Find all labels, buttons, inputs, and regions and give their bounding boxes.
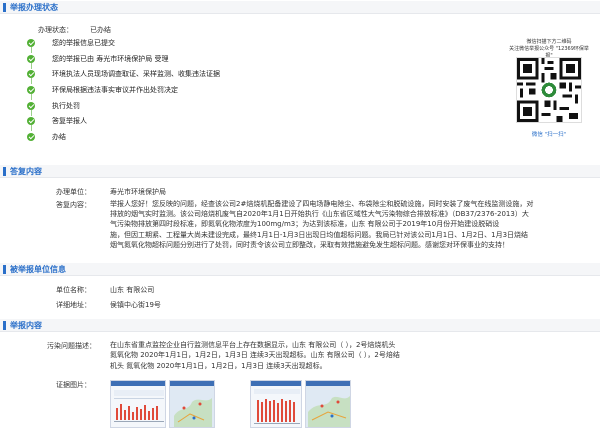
status-value: 已办结 [90,26,111,34]
reply-unit-label: 办理单位： [56,188,91,196]
evidence-label: 证据图片： [56,381,91,389]
check-circle-icon [27,86,35,95]
check-circle-icon [27,70,35,79]
report-text-line: 机头 氮氧化物 2020年1月1日，1月2日，1月3日 连续3天出现超标。 [110,361,327,370]
section-marker [3,265,6,274]
evidence-image[interactable] [110,380,166,428]
progress-step: 执行处罚 [24,100,284,116]
qr-code-icon [516,57,582,123]
check-circle-icon [27,117,35,126]
check-circle-icon [27,39,35,47]
progress-step: 您的举报信息已提交 [24,37,284,53]
step-label: 环境执法人员现场调查取证、采样监测、收集违法证据 [52,70,220,79]
progress-step: 办结 [24,131,284,147]
progress-steps: 您的举报信息已提交 您的举报已由 寿光市环境保护局 受理 环境执法人员现场调查取… [24,37,284,147]
check-circle-icon [27,133,35,142]
evidence-image[interactable] [169,380,215,428]
report-text-line: 在山东省重点监控企业自行监测信息平台上存在数据显示，山东 有限公司（ ），2号焙… [110,341,396,349]
status-section-header: 举报办理状态 [0,1,600,14]
check-circle-icon [27,54,35,63]
section-marker [3,321,6,330]
unit-address-label: 详细地址： [56,301,91,309]
qr-instruction: 微信扫描下方二维码 [526,39,572,45]
reply-section-header: 答复内容 [0,165,600,178]
evidence-image[interactable] [305,380,351,428]
status-label: 办理状态： [38,26,73,34]
report-section-header: 举报内容 [0,319,600,332]
progress-step: 环保局根据违法事实审议并作出处罚决定 [24,84,284,101]
unit-name-label: 单位名称： [56,286,91,294]
section-marker [3,3,6,12]
progress-step: 答复举报人 [24,115,284,132]
reply-content: 举报人您好！您反映的问题，经查该公司2#焙烧机配备建设了四电场静电除尘、布袋除尘… [110,199,600,250]
reply-text-line: 举报人您好！您反映的问题，经查该公司2#焙烧机配备建设了四电场静电除尘、布袋除尘… [110,200,534,208]
reply-text-line: 气污染物排放第四时段标准，即氮氧化物浓度为100mg/m3；为达到该标准，山东 … [110,220,500,229]
reply-text-line: 排放的烟气实时监测。该公司焙烧机废气自2020年1月1日开始执行《山东省区域性大… [110,210,529,219]
report-text-line: 氮氧化物 2020年1月1日，1月2日，1月3日 连续3天出现超标。山东 有限公… [110,351,400,360]
unit-address-value: 侯镇中心街19号 [110,301,161,309]
report-desc-label: 污染问题描述： [47,342,96,350]
qr-scan-caption: 微信 "扫一扫" [531,132,567,138]
reply-text-line: 烟气氮氧化物超标问题分别进行了处罚，同时责令该公司立即整改，采取有效措施避免发生… [110,240,509,249]
status-section-title: 举报办理状态 [10,3,58,12]
reply-content-label: 答复内容： [56,201,91,209]
reply-unit-value: 寿光市环境保护局 [110,188,166,196]
step-label: 答复举报人 [52,117,87,126]
step-label: 执行处罚 [52,101,80,110]
report-section-title: 举报内容 [10,321,42,330]
step-label: 您的举报已由 寿光市环境保护局 受理 [52,54,169,63]
reply-section-title: 答复内容 [10,167,42,176]
unit-section-title: 被举报单位信息 [10,265,66,274]
reply-text-line: 施，但因工期紧、工程量大尚未建设完成，最终1月1日-1月3日出现日均值超标问题。… [110,230,529,239]
check-circle-icon [27,101,35,110]
progress-step: 环境执法人员现场调查取证、采样监测、收集违法证据 [24,68,284,85]
step-label: 办结 [52,133,66,142]
section-marker [3,167,6,176]
unit-section-header: 被举报单位信息 [0,263,600,276]
step-label: 环保局根据违法事实审议并作出处罚决定 [52,86,178,95]
progress-step: 您的举报已由 寿光市环境保护局 受理 [24,53,284,69]
wechat-qr-block: 微信扫描下方二维码 关注微信举报公众号 "12369环保举报" 微信 "扫一扫" [506,39,592,149]
step-label: 您的举报信息已提交 [52,39,115,47]
report-description: 在山东省重点监控企业自行监测信息平台上存在数据显示，山东 有限公司（ ），2号焙… [110,340,590,371]
unit-name-value: 山东 有限公司 [110,286,155,294]
evidence-image[interactable] [250,380,302,428]
